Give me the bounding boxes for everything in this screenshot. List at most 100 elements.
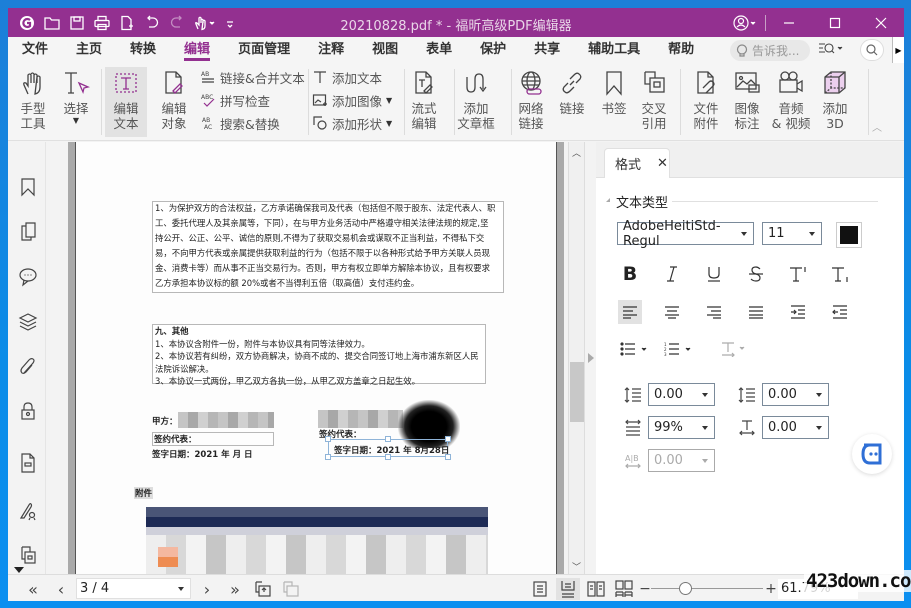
ribbon-display-options[interactable] (818, 41, 844, 55)
add-shape-button[interactable]: 添加形状 ▼ (312, 113, 392, 133)
comments-panel-icon[interactable] (17, 266, 39, 288)
horizontal-scale-dropdown[interactable]: 99% (648, 416, 715, 439)
resize-handle[interactable] (325, 436, 331, 442)
open-folder-icon[interactable] (39, 10, 64, 35)
line-spacing-after-dropdown[interactable]: 0.00 (762, 383, 829, 406)
line-spacing-before-dropdown[interactable]: 0.00 (648, 383, 715, 406)
tell-me-search[interactable]: 告诉我... (730, 40, 810, 61)
assistant-chat-button[interactable] (852, 434, 892, 474)
tab-comment[interactable]: 注释 (304, 37, 358, 63)
search-button[interactable] (860, 39, 884, 61)
image-annotation-button[interactable]: 图像 标注 (729, 67, 765, 131)
zoom-out-button[interactable]: − (634, 578, 656, 600)
font-color-picker[interactable] (836, 222, 862, 248)
spell-check-button[interactable]: ABC 拼写检查 (200, 90, 305, 110)
tab-view[interactable]: 视图 (358, 37, 412, 63)
character-spacing-dropdown[interactable]: 0.00 (762, 416, 829, 439)
align-left-button[interactable] (618, 300, 642, 324)
maximize-button[interactable] (812, 8, 858, 37)
new-document-icon[interactable] (114, 10, 139, 35)
underline-button[interactable] (702, 262, 726, 286)
search-replace-button[interactable]: AB AC 搜索&替换 (200, 113, 305, 133)
resize-handle[interactable] (385, 436, 391, 442)
format-tab[interactable]: 格式 ✕ (604, 148, 670, 178)
link-button[interactable]: 链接 (554, 67, 590, 116)
close-format-tab-icon[interactable]: ✕ (657, 156, 668, 171)
signature-panel-icon[interactable] (17, 500, 39, 522)
hand-tool-button[interactable]: 手型 工具 (12, 67, 54, 131)
content-panel-icon[interactable] (17, 544, 39, 566)
last-page-button[interactable]: » (224, 578, 246, 600)
continuous-view-button[interactable] (556, 578, 580, 600)
edit-text-button[interactable]: 编辑 文本 (105, 67, 147, 137)
security-panel-icon[interactable] (17, 400, 39, 422)
strikethrough-button[interactable] (744, 262, 768, 286)
edit-object-button[interactable]: 编辑 对象 (150, 67, 198, 131)
scroll-up-arrow[interactable]: ︿ (572, 146, 581, 159)
minimize-button[interactable] (766, 8, 812, 37)
bookmark-button[interactable]: 书签 (596, 67, 632, 116)
clause-1-textbox[interactable]: 1、为保护双方的合法权益，乙方承诺确保我司及代表（包括但不限于股东、法定代表人、… (152, 201, 504, 293)
section-collapse-triangle[interactable] (606, 198, 610, 202)
tab-form[interactable]: 表单 (412, 37, 466, 63)
scroll-down-arrow[interactable]: ﹀ (572, 560, 581, 573)
add-3d-button[interactable]: 添加 3D (817, 67, 853, 131)
pdf-page[interactable]: 1、为保护双方的合法权益，乙方承诺确保我司及代表（包括但不限于股东、法定代表人、… (76, 142, 556, 574)
tab-share[interactable]: 共享 (520, 37, 574, 63)
decrease-indent-button[interactable] (828, 300, 852, 324)
bullet-list-button[interactable] (618, 337, 652, 361)
add-image-dropdown-caret[interactable]: ▼ (386, 96, 392, 105)
add-text-button[interactable]: 添加文本 (312, 67, 392, 87)
previous-view-button[interactable] (252, 578, 274, 600)
more-panels-arrow[interactable] (14, 567, 24, 573)
undo-icon[interactable] (139, 10, 164, 35)
cross-reference-button[interactable]: 交叉 引用 (636, 67, 672, 131)
first-page-button[interactable]: « (22, 578, 44, 600)
add-article-box-button[interactable]: 添加 文章框 (456, 67, 496, 131)
account-icon[interactable] (729, 8, 765, 37)
save-icon[interactable] (64, 10, 89, 35)
resize-handle[interactable] (445, 436, 451, 442)
scrollbar-thumb[interactable] (570, 362, 584, 422)
add-image-button[interactable]: 添加图像 ▼ (312, 90, 392, 110)
app-logo-icon[interactable] (14, 10, 39, 35)
add-shape-dropdown-caret[interactable]: ▼ (386, 119, 392, 128)
single-page-view-button[interactable] (529, 578, 551, 600)
page-thumbnails-icon[interactable] (17, 220, 39, 242)
font-name-dropdown[interactable]: AdobeHeitiStd-Regul (617, 219, 754, 249)
justify-button[interactable] (744, 300, 768, 324)
numbered-list-button[interactable]: 123 (662, 337, 696, 361)
section-9-textbox[interactable]: 九、其他 1、本协议含附件一份，附件与本协议具有同等法律效力。 2、本协议若有纠… (152, 324, 486, 386)
previous-page-button[interactable]: ‹ (50, 578, 72, 600)
tab-file[interactable]: 文件 (8, 37, 62, 63)
hand-tool-icon[interactable] (189, 10, 223, 35)
collapse-ribbon-button[interactable]: ︿ (872, 119, 882, 134)
flow-edit-button[interactable]: 流式 编辑 (406, 67, 442, 131)
select-button[interactable]: 选择 ▼ (56, 67, 96, 125)
layers-panel-icon[interactable] (17, 311, 39, 333)
link-merge-text-button[interactable]: AB 链接&合并文本 (200, 67, 305, 87)
menu-scroll-right-arrow[interactable]: ▶ (892, 37, 904, 63)
page-number-input[interactable]: 3 / 4 (76, 578, 191, 599)
tab-protect[interactable]: 保护 (466, 37, 520, 63)
align-right-button[interactable] (702, 300, 726, 324)
audio-video-button[interactable]: 音频 & 视频 (769, 67, 813, 131)
print-icon[interactable] (89, 10, 114, 35)
next-page-button[interactable]: › (196, 578, 218, 600)
customize-quick-access-icon[interactable] (223, 10, 237, 35)
file-attachment-button[interactable]: 文件 附件 (687, 67, 725, 131)
bookmarks-panel-icon[interactable] (17, 176, 39, 198)
resize-handle[interactable] (325, 454, 331, 460)
subscript-button[interactable] (828, 262, 852, 286)
align-center-button[interactable] (660, 300, 684, 324)
collapse-right-panel-arrow[interactable] (588, 353, 594, 363)
close-button[interactable] (858, 8, 904, 37)
document-viewport[interactable]: 1、为保护双方的合法权益，乙方承诺确保我司及代表（包括但不限于股东、法定代表人、… (46, 142, 568, 574)
attachments-panel-icon[interactable] (17, 355, 39, 377)
tab-page-management[interactable]: 页面管理 (224, 37, 304, 63)
tab-home[interactable]: 主页 (62, 37, 116, 63)
tab-accessibility-tools[interactable]: 辅助工具 (574, 37, 654, 63)
continuous-facing-view-button[interactable] (613, 578, 635, 600)
italic-button[interactable] (660, 262, 684, 286)
tab-convert[interactable]: 转换 (116, 37, 170, 63)
